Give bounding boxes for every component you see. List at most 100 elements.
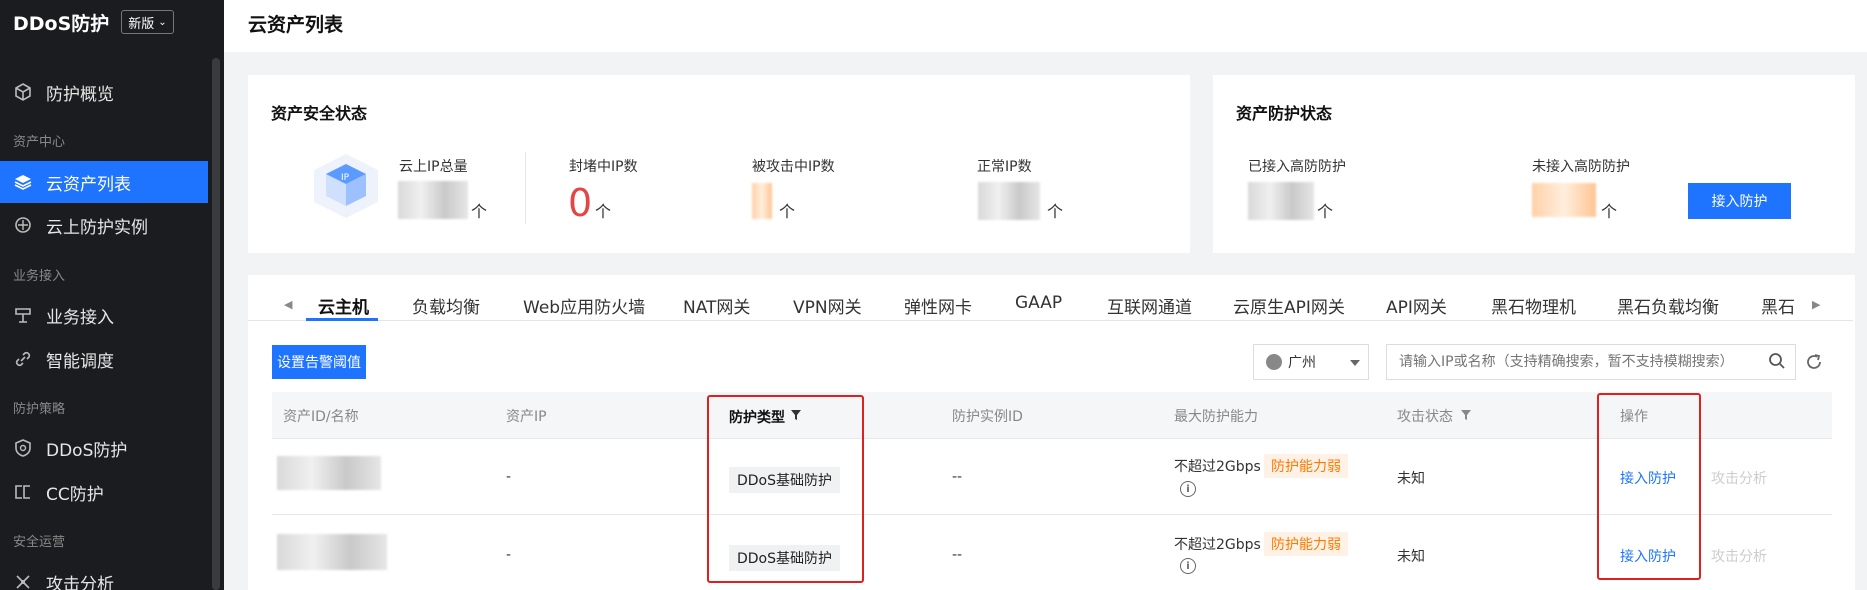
globe-icon [1266,354,1282,370]
sidebar-item-cloud-instance[interactable]: 云上防护实例 [0,204,208,246]
chevron-down-icon: ⌄ [158,16,167,28]
stat-label-total-ip: 云上IP总量 [399,159,468,175]
top-bar [224,0,1867,52]
sidebar-item-overview[interactable]: 防护概览 [0,71,208,113]
access-protection-button[interactable]: 接入防护 [1688,183,1791,219]
tab-clb[interactable]: 负载均衡 [412,293,480,318]
cell-ip: - [506,469,512,485]
tab-cvm[interactable]: 云主机 [318,293,369,318]
redacted-value [752,183,772,219]
redacted-value [398,181,468,219]
sidebar-item-cc[interactable]: CC防护 [0,471,208,513]
shield-icon [14,439,32,457]
shield-cloud-icon [14,216,32,234]
sidebar-item-label: 防护概览 [46,84,114,105]
tab-scroll-right-icon[interactable]: ▶ [1812,298,1820,311]
redacted-asset-id [277,534,387,570]
sidebar-item-business-access[interactable]: 业务接入 [0,294,208,336]
search-icon[interactable] [1768,352,1786,370]
sidebar-group-asset: 资产中心 [13,135,66,150]
cell-attack-status: 未知 [1397,549,1425,565]
cube-icon [14,83,32,101]
refresh-icon[interactable] [1804,352,1824,372]
stat-unit: 个 [471,202,488,221]
sidebar-item-label: 业务接入 [46,307,114,328]
sidebar-item-attack-analysis[interactable]: 攻击分析 [0,561,208,590]
tab-bm-more[interactable]: 黑石 [1761,293,1809,318]
server-illustration-icon: IP [308,150,384,220]
stat-label-protected: 已接入高防防护 [1248,159,1346,175]
divider [525,152,526,224]
layers-icon [14,173,32,191]
stat-value-blocked-ip: 0 [568,181,593,225]
sidebar-group-policy: 防护策略 [13,402,66,417]
redacted-value [1248,182,1314,220]
tab-api-gateway[interactable]: API网关 [1386,293,1447,318]
col-asset-id: 资产ID/名称 [283,409,359,425]
stat-label-normal-ip: 正常IP数 [977,159,1032,175]
set-alert-threshold-button[interactable]: 设置告警阈值 [272,345,366,379]
product-title: DDoS防护 [13,12,110,35]
weak-protection-badge: 防护能力弱 [1264,454,1348,478]
sidebar-item-label: CC防护 [46,484,104,505]
tab-bm-lb[interactable]: 黑石负载均衡 [1617,293,1719,318]
sidebar-group-access: 业务接入 [13,269,66,284]
tab-vpn[interactable]: VPN网关 [793,293,862,318]
info-icon[interactable]: i [1180,481,1196,497]
cc-icon [14,483,32,501]
cell-capacity: 不超过2Gbps [1174,459,1261,475]
sidebar-scrollbar[interactable] [212,58,220,590]
stat-unit: 个 [1047,202,1064,221]
row-attack-analysis-link[interactable]: 攻击分析 [1711,546,1767,566]
scatter-icon [14,573,32,590]
sidebar-item-label: DDoS防护 [46,440,128,461]
version-select[interactable]: 新版 ⌄ [121,10,174,34]
col-instance-id: 防护实例ID [952,409,1023,425]
tab-eni[interactable]: 弹性网卡 [904,293,972,318]
tab-scroll-left-icon[interactable]: ◀ [284,298,292,311]
stat-unit: 个 [595,202,612,221]
search-input[interactable] [1386,344,1796,380]
page-title: 云资产列表 [248,14,344,36]
sidebar-item-smart-dispatch[interactable]: 智能调度 [0,338,208,380]
asset-protection-title: 资产防护状态 [1236,104,1333,123]
cell-ip: - [506,547,512,563]
filter-icon[interactable] [1460,409,1472,425]
redacted-value [978,182,1040,220]
tab-bm[interactable]: 黑石物理机 [1491,293,1576,318]
tab-cloud-native-api[interactable]: 云原生API网关 [1233,293,1345,318]
plug-icon [14,306,32,324]
tab-internet-channel[interactable]: 互联网通道 [1107,293,1192,318]
cell-instance-id: -- [952,547,963,563]
col-asset-ip: 资产IP [506,409,547,425]
stat-label-unprotected: 未接入高防防护 [1532,159,1630,175]
annotation-box-protection-type [707,395,864,583]
link-icon [14,350,32,368]
region-label: 广州 [1288,355,1316,371]
tab-nat[interactable]: NAT网关 [683,293,750,318]
region-select[interactable]: 广州 [1253,344,1369,380]
sidebar-item-label: 云上防护实例 [46,217,148,238]
row-attack-analysis-link[interactable]: 攻击分析 [1711,468,1767,488]
active-tab-indicator [306,318,378,321]
col-attack-status: 攻击状态 [1397,409,1453,425]
asset-security-card [248,75,1190,253]
version-label: 新版 [128,16,155,32]
stat-unit: 个 [1601,202,1618,221]
sidebar-item-asset-list[interactable]: 云资产列表 [0,161,208,203]
cell-attack-status: 未知 [1397,471,1425,487]
cell-capacity: 不超过2Gbps [1174,537,1261,553]
info-icon[interactable]: i [1180,558,1196,574]
sidebar-header: DDoS防护 新版 ⌄ [0,0,224,44]
tab-gaap[interactable]: GAAP [1015,293,1062,313]
sidebar: DDoS防护 新版 ⌄ 防护概览 资产中心 云资产列表 云上防护实例 业务接入 业… [0,0,224,590]
tab-waf[interactable]: Web应用防火墙 [523,293,645,318]
svg-text:IP: IP [341,173,350,183]
sidebar-item-label: 云资产列表 [46,174,131,195]
sidebar-item-ddos[interactable]: DDoS防护 [0,427,208,469]
redacted-value [1532,183,1596,217]
stat-unit: 个 [1317,202,1334,221]
annotation-box-actions [1597,393,1701,580]
sidebar-item-label: 攻击分析 [46,574,114,590]
sidebar-item-label: 智能调度 [46,351,114,372]
